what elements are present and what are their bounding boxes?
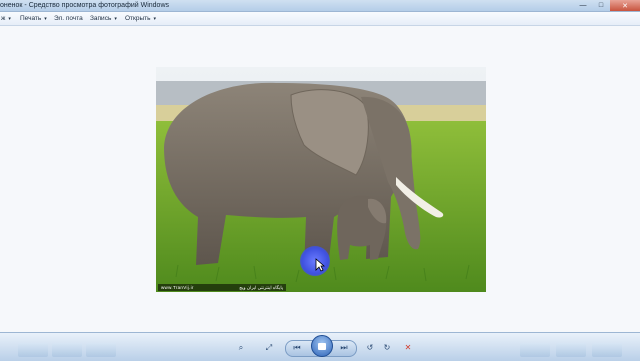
next-button[interactable]: ⏭ xyxy=(336,340,352,355)
taskbar-button[interactable] xyxy=(52,343,82,357)
menu-email[interactable]: Эл. почта xyxy=(54,12,83,25)
window-title: оненок - Средство просмотра фотографий W… xyxy=(0,2,169,9)
delete-icon[interactable]: ✕ xyxy=(402,340,414,355)
title-bar: оненок - Средство просмотра фотографий W… xyxy=(0,0,640,12)
rotate-clockwise-icon[interactable]: ↻ xyxy=(381,340,393,355)
menu-print-label: Печать xyxy=(20,15,42,22)
mouse-pointer-icon xyxy=(315,258,325,272)
minimize-button[interactable]: — xyxy=(574,0,592,11)
menu-file[interactable]: ж ▾ xyxy=(1,12,11,25)
chevron-down-icon: ▾ xyxy=(153,16,157,22)
close-button[interactable]: ✕ xyxy=(610,0,640,11)
taskbar-button[interactable] xyxy=(520,343,550,357)
menu-email-label: Эл. почта xyxy=(54,15,83,22)
chevron-down-icon: ▾ xyxy=(114,16,117,22)
slideshow-button[interactable] xyxy=(311,335,333,357)
window-controls: — □ ✕ xyxy=(574,0,640,11)
maximize-button[interactable]: □ xyxy=(592,0,610,11)
menu-open[interactable]: Открыть ▾ xyxy=(125,12,156,25)
taskbar-button[interactable] xyxy=(18,343,48,357)
zoom-icon[interactable]: ⌕ xyxy=(234,340,248,355)
menu-print[interactable]: Печать ▾ xyxy=(20,12,47,25)
taskbar-button[interactable] xyxy=(86,343,116,357)
chevron-down-icon: ▾ xyxy=(44,16,47,22)
menu-burn[interactable]: Запись ▾ xyxy=(90,12,117,25)
taskbar-button[interactable] xyxy=(556,343,586,357)
watermark-text: پایگاه اینترنتی ایران ویج xyxy=(239,285,283,290)
previous-button[interactable]: ⏮ xyxy=(289,340,305,355)
fit-window-icon[interactable]: ⤢ xyxy=(262,340,276,355)
photo-watermark: www.TranVij.ir پایگاه اینترنتی ایران ویج xyxy=(158,284,286,291)
menu-file-label: ж xyxy=(1,15,6,22)
rotate-counterclockwise-icon[interactable]: ↺ xyxy=(364,340,376,355)
taskbar-button[interactable] xyxy=(592,343,622,357)
watermark-url: www.TranVij.ir xyxy=(161,285,194,290)
menu-burn-label: Запись xyxy=(90,15,112,22)
menu-open-label: Открыть xyxy=(125,15,151,22)
menu-bar: ж ▾ Печать ▾ Эл. почта Запись ▾ Открыть ▾ xyxy=(0,12,640,26)
chevron-down-icon: ▾ xyxy=(8,16,11,22)
slideshow-icon xyxy=(318,342,326,350)
